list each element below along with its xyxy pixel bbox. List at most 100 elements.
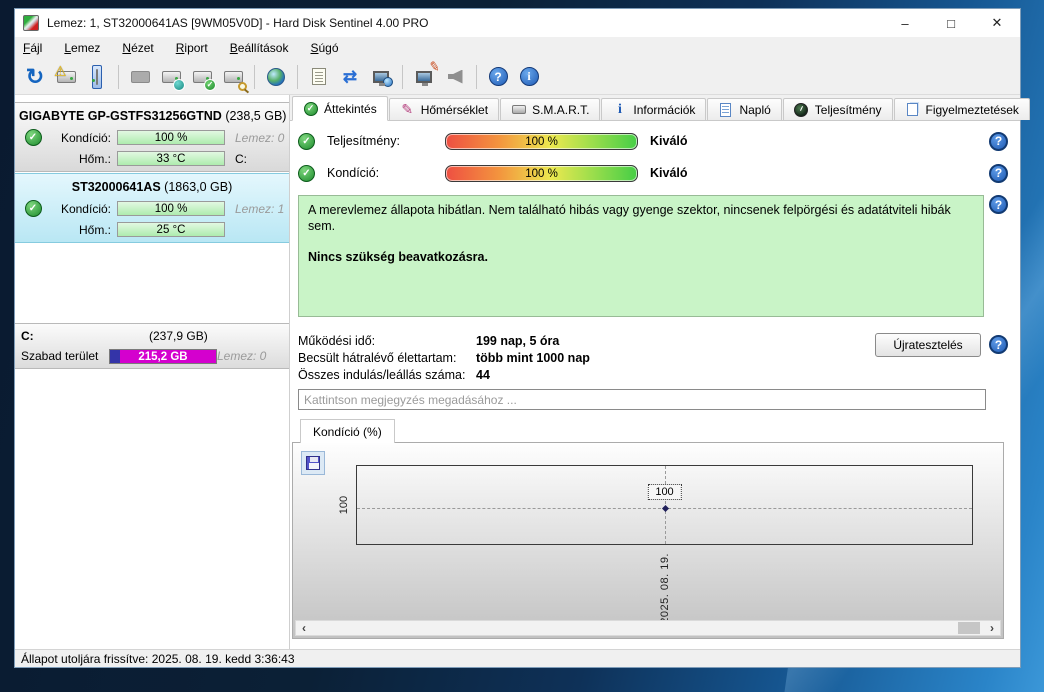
mail-sync-icon[interactable]: ⇄ [336,63,364,91]
disk-ok-icon [24,200,42,217]
tab-alerts[interactable]: Figyelmeztetések [893,98,1030,120]
help-icon[interactable] [989,335,1008,354]
menu-bar: Fájl Lemez Nézet Riport Beállítások Súgó [15,37,1020,59]
minimize-button[interactable]: – [882,9,928,37]
status-bar-text: Állapot utoljára frissítve: 2025. 08. 19… [21,651,295,666]
tab-label: S.M.A.R.T. [532,102,590,117]
sound-icon[interactable] [441,63,469,91]
performance-rating: Kiváló [650,134,688,148]
disk-title: ST32000641AS (1863,0 GB) [19,180,285,194]
disk-icon [511,105,526,114]
save-chart-button[interactable] [301,451,325,475]
help-icon[interactable] [989,163,1008,183]
disk-name: GIGABYTE GP-GSTFS31256GTND [19,109,222,123]
partition-panel[interactable]: C: (237,9 GB) Szabad terület 215,2 GB Le… [15,323,289,369]
condition-label: Kondíció: [327,166,380,180]
menu-help[interactable]: Súgó [310,38,348,58]
tab-performance[interactable]: Teljesítmény [782,98,893,120]
display-settings-icon[interactable]: ✎ [410,58,441,91]
menu-report[interactable]: Riport [176,38,218,58]
disk-clock-icon[interactable] [157,63,185,91]
retest-button[interactable]: Újratesztelés [875,333,981,357]
performance-row: Teljesítmény: 100 % Kiváló [298,131,1008,151]
disk-panel-0[interactable]: GIGABYTE GP-GSTFS31256GTND (238,5 GB) Ko… [15,102,289,172]
stat-label: Összes indulás/leállás száma: [298,367,466,382]
free-space-value: 215,2 GB [138,350,188,363]
data-point [661,504,669,513]
disk-size: (1863,0 GB) [164,180,233,194]
condition-label: Kondíció: [60,201,111,216]
disk-select-icon[interactable] [83,63,111,91]
tab-label: Információk [633,102,696,117]
disk-search-icon[interactable] [219,63,247,91]
disk-panel-1-selected[interactable]: ST32000641AS (1863,0 GB) Kondíció: 100 %… [15,173,289,243]
help-icon[interactable]: ? [484,63,512,91]
app-window: Lemez: 1, ST32000641AS [9WM05V0D] - Hard… [14,8,1030,668]
disk-number-label: Lemez: 1 [235,201,285,216]
maximize-button[interactable]: □ [928,9,974,37]
tab-log[interactable]: Napló [707,98,782,120]
menu-disk[interactable]: Lemez [64,38,110,58]
tab-bar: Áttekintés Hőmérséklet S.M.A.R.T. Inform… [290,95,1030,121]
performance-label: Teljesítmény: [327,134,400,148]
gauge-icon [794,102,809,117]
ok-icon [298,132,315,150]
partition-letter: C: [21,329,34,343]
condition-row: Kondíció: 100 % Kiváló [298,163,1008,183]
status-text: A merevlemez állapota hibátlan. Nem talá… [308,203,951,233]
menu-settings[interactable]: Beállítások [230,38,299,58]
toolbar: ↻ ⚠ ✓ ⇄ ✎ ? i [15,58,1020,95]
tab-information[interactable]: Információk [601,98,707,120]
info-icon [612,102,627,117]
tab-label: Napló [739,102,771,117]
tab-temperature[interactable]: Hőmérséklet [388,98,500,120]
tab-label: Figyelmeztetések [925,102,1019,117]
tab-overview[interactable]: Áttekintés [292,96,388,121]
floppy-icon [306,456,320,470]
disk-check-icon[interactable]: ✓ [188,63,216,91]
main-area: GIGABYTE GP-GSTFS31256GTND (238,5 GB) Ko… [15,95,1030,649]
tab-smart[interactable]: S.M.A.R.T. [500,98,601,120]
info-icon[interactable]: i [515,63,543,91]
thermometer-icon [400,102,415,117]
scroll-left-arrow[interactable]: ‹ [296,621,312,635]
partition-size: (237,9 GB) [149,329,208,343]
stat-label: Becsült hátralévő élettartam: [298,350,457,365]
close-button[interactable]: ✕ [974,9,1020,37]
comment-input[interactable] [298,389,986,410]
temperature-bar: 25 °C [117,222,225,237]
help-icon[interactable] [989,195,1008,214]
app-icon [23,15,39,31]
log-icon [720,102,732,117]
content-area: Áttekintés Hőmérséklet S.M.A.R.T. Inform… [290,95,1030,649]
disk-ok-icon [24,129,42,146]
chart-plot-area: 100 [356,465,973,545]
chart-tab-condition[interactable]: Kondíció (%) [300,419,395,443]
y-axis-tick: 100 [338,495,350,515]
disk-number-label: Lemez: 0 [217,349,267,363]
scrollbar-thumb[interactable] [958,622,980,634]
condition-bar: 100 % [445,164,638,182]
network-disk-icon[interactable] [262,63,290,91]
temperature-label: Hőm.: [78,151,111,166]
scroll-right-arrow[interactable]: › [984,621,1000,635]
condition-label: Kondíció: [60,130,111,145]
report-icon[interactable] [305,63,333,91]
page-icon [906,103,918,116]
menu-view[interactable]: Nézet [122,38,163,58]
menu-file[interactable]: Fájl [23,38,52,58]
drive-letters: C: [235,151,247,166]
stat-value: 199 nap, 5 óra [476,333,560,348]
free-space-label: Szabad terület [21,349,99,363]
chart-horizontal-scrollbar[interactable]: ‹ › [295,620,1001,636]
data-point-label: 100 [647,484,682,500]
help-icon[interactable] [989,131,1008,151]
toolbar-separator [476,64,477,89]
remote-computer-icon[interactable] [367,63,395,91]
refresh-icon[interactable]: ↻ [21,63,49,91]
disk-warning-icon[interactable]: ⚠ [52,63,80,91]
disk-size: (238,5 GB) [225,109,287,123]
disk-name: ST32000641AS [71,180,161,194]
stat-value: több mint 1000 nap [476,350,590,365]
disk-sidebar: GIGABYTE GP-GSTFS31256GTND (238,5 GB) Ko… [15,95,290,649]
